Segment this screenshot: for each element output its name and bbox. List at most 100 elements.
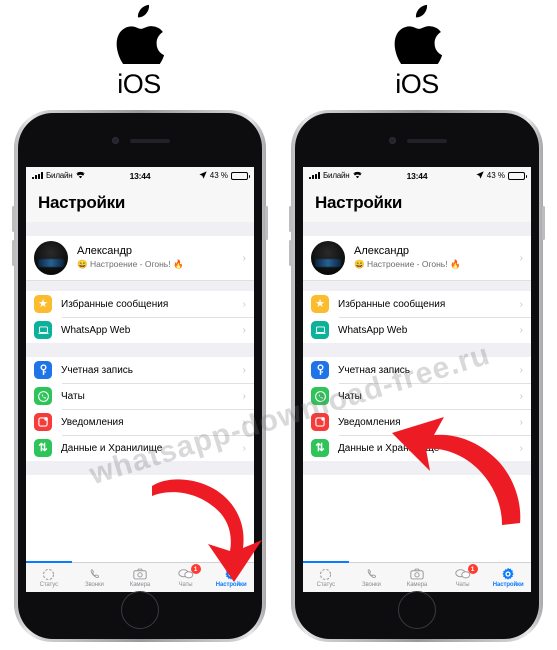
tab-calls[interactable]: Звонки (72, 567, 118, 588)
location-arrow-icon (476, 170, 484, 181)
phone-screen: Билайн 13:44 43 % Настройки Александр 😄 … (303, 167, 531, 592)
location-arrow-icon (199, 170, 207, 181)
data-arrows-icon (34, 439, 52, 457)
settings-row-label: Избранные сообщения (61, 298, 169, 310)
tab-label: Настройки (492, 582, 524, 588)
earpiece-speaker (130, 139, 170, 143)
list-spacer (26, 281, 254, 291)
settings-row-label: Уведомления (61, 416, 124, 428)
tab-selection-indicator (303, 561, 349, 563)
settings-row-chats[interactable]: Чаты › (26, 383, 254, 409)
settings-row-notifications[interactable]: Уведомления › (26, 409, 254, 435)
avatar[interactable] (311, 241, 345, 275)
phone-top-bezel (18, 113, 262, 167)
settings-row-whatsapp-web[interactable]: WhatsApp Web › (26, 317, 254, 343)
chevron-right-icon: › (519, 364, 523, 376)
settings-row-notifications[interactable]: Уведомления › (303, 409, 531, 435)
tab-label: Звонки (362, 582, 381, 588)
profile-status: 😄 Настроение - Огонь! 🔥 (77, 258, 184, 269)
settings-row-whatsapp-web[interactable]: WhatsApp Web › (303, 317, 531, 343)
chats-badge: 1 (467, 564, 478, 574)
tab-status[interactable]: Статус (303, 567, 349, 588)
tab-camera[interactable]: Камера (394, 567, 440, 588)
status-bar: Билайн 13:44 43 % (303, 167, 531, 184)
avatar[interactable] (34, 241, 68, 275)
profile-name: Александр (77, 245, 133, 258)
list-spacer (303, 461, 531, 475)
settings-row-account[interactable]: Учетная запись › (26, 357, 254, 383)
page-title: Настройки (38, 193, 125, 212)
camera-icon (410, 567, 424, 581)
tab-chats[interactable]: 1 Чаты (440, 564, 486, 588)
tab-label: Настройки (215, 582, 247, 588)
profile-row[interactable]: Александр 😄 Настроение - Огонь! 🔥 › (26, 236, 254, 281)
settings-row-starred[interactable]: Избранные сообщения › (26, 291, 254, 317)
settings-row-starred[interactable]: Избранные сообщения › (303, 291, 531, 317)
brand-header-right: iOS (278, 0, 556, 104)
chevron-right-icon: › (242, 416, 246, 428)
settings-row-label: WhatsApp Web (61, 324, 131, 336)
apple-logo-icon (113, 4, 165, 71)
tab-selection-indicator (26, 561, 72, 563)
tab-label: Статус (39, 582, 58, 588)
whatsapp-icon (311, 387, 329, 405)
chevron-right-icon: › (242, 324, 246, 336)
ios-label: iOS (117, 69, 161, 99)
status-ring-icon (42, 567, 55, 581)
list-spacer (303, 343, 531, 357)
phone-screen: Билайн 13:44 43 % Настройки Александр 😄 … (26, 167, 254, 592)
battery-percent-label: 43 % (486, 171, 505, 180)
chevron-right-icon: › (519, 324, 523, 336)
battery-percent-label: 43 % (209, 171, 228, 180)
chats-badge: 1 (190, 564, 201, 574)
chats-bubble-icon: 1 (454, 564, 478, 581)
settings-row-label: Избранные сообщения (338, 298, 446, 310)
settings-row-data-storage[interactable]: Данные и Хранилище › (26, 435, 254, 461)
settings-group-1: Избранные сообщения › WhatsApp Web › (26, 291, 254, 343)
volume-down-button[interactable] (289, 240, 292, 266)
tab-bar: Статус Звонки Камера 1 Чаты Настройки (26, 561, 254, 592)
camera-icon (133, 567, 147, 581)
settings-row-label: Учетная запись (338, 364, 411, 376)
power-button[interactable] (265, 206, 268, 240)
chevron-right-icon: › (242, 364, 246, 376)
battery-icon (231, 171, 250, 180)
key-icon (34, 361, 52, 379)
settings-row-account[interactable]: Учетная запись › (303, 357, 531, 383)
ios-label: iOS (395, 69, 439, 99)
tab-status[interactable]: Статус (26, 567, 72, 588)
chevron-right-icon: › (519, 442, 523, 454)
tab-chats[interactable]: 1 Чаты (163, 564, 209, 588)
tab-camera[interactable]: Камера (117, 567, 163, 588)
tab-label: Статус (316, 582, 335, 588)
phone-icon (88, 567, 101, 581)
gear-icon (501, 567, 515, 581)
settings-group-2: Учетная запись › Чаты › Уведомления › ⇅ … (26, 357, 254, 461)
home-button[interactable] (398, 591, 436, 629)
settings-row-label: Данные и Хранилище (61, 442, 163, 454)
tab-calls[interactable]: Звонки (349, 567, 395, 588)
tab-bar: Статус Звонки Камера 1 Чаты Настройки (303, 561, 531, 592)
profile-row[interactable]: Александр 😄 Настроение - Огонь! 🔥 › (303, 236, 531, 281)
tab-label: Звонки (85, 582, 104, 588)
screenshot-root: iOS iOS Билайн 13:44 43 % Настройки Алек… (0, 0, 557, 650)
chevron-right-icon: › (519, 252, 523, 264)
home-button[interactable] (121, 591, 159, 629)
battery-icon (508, 171, 527, 180)
tab-settings[interactable]: Настройки (208, 567, 254, 588)
settings-row-label: WhatsApp Web (338, 324, 408, 336)
settings-row-chats[interactable]: Чаты › (303, 383, 531, 409)
laptop-icon (34, 321, 52, 339)
volume-down-button[interactable] (12, 240, 15, 266)
bell-icon (34, 413, 52, 431)
volume-up-button[interactable] (289, 206, 292, 232)
list-spacer (303, 222, 531, 236)
volume-up-button[interactable] (12, 206, 15, 232)
settings-row-data-storage[interactable]: Данные и Хранилище › (303, 435, 531, 461)
power-button[interactable] (542, 206, 545, 240)
apple-logo-icon (391, 4, 443, 71)
settings-row-label: Данные и Хранилище (338, 442, 440, 454)
tab-settings[interactable]: Настройки (485, 567, 531, 588)
phone-top-bezel (295, 113, 539, 167)
phone-body: Билайн 13:44 43 % Настройки Александр 😄 … (18, 113, 262, 639)
